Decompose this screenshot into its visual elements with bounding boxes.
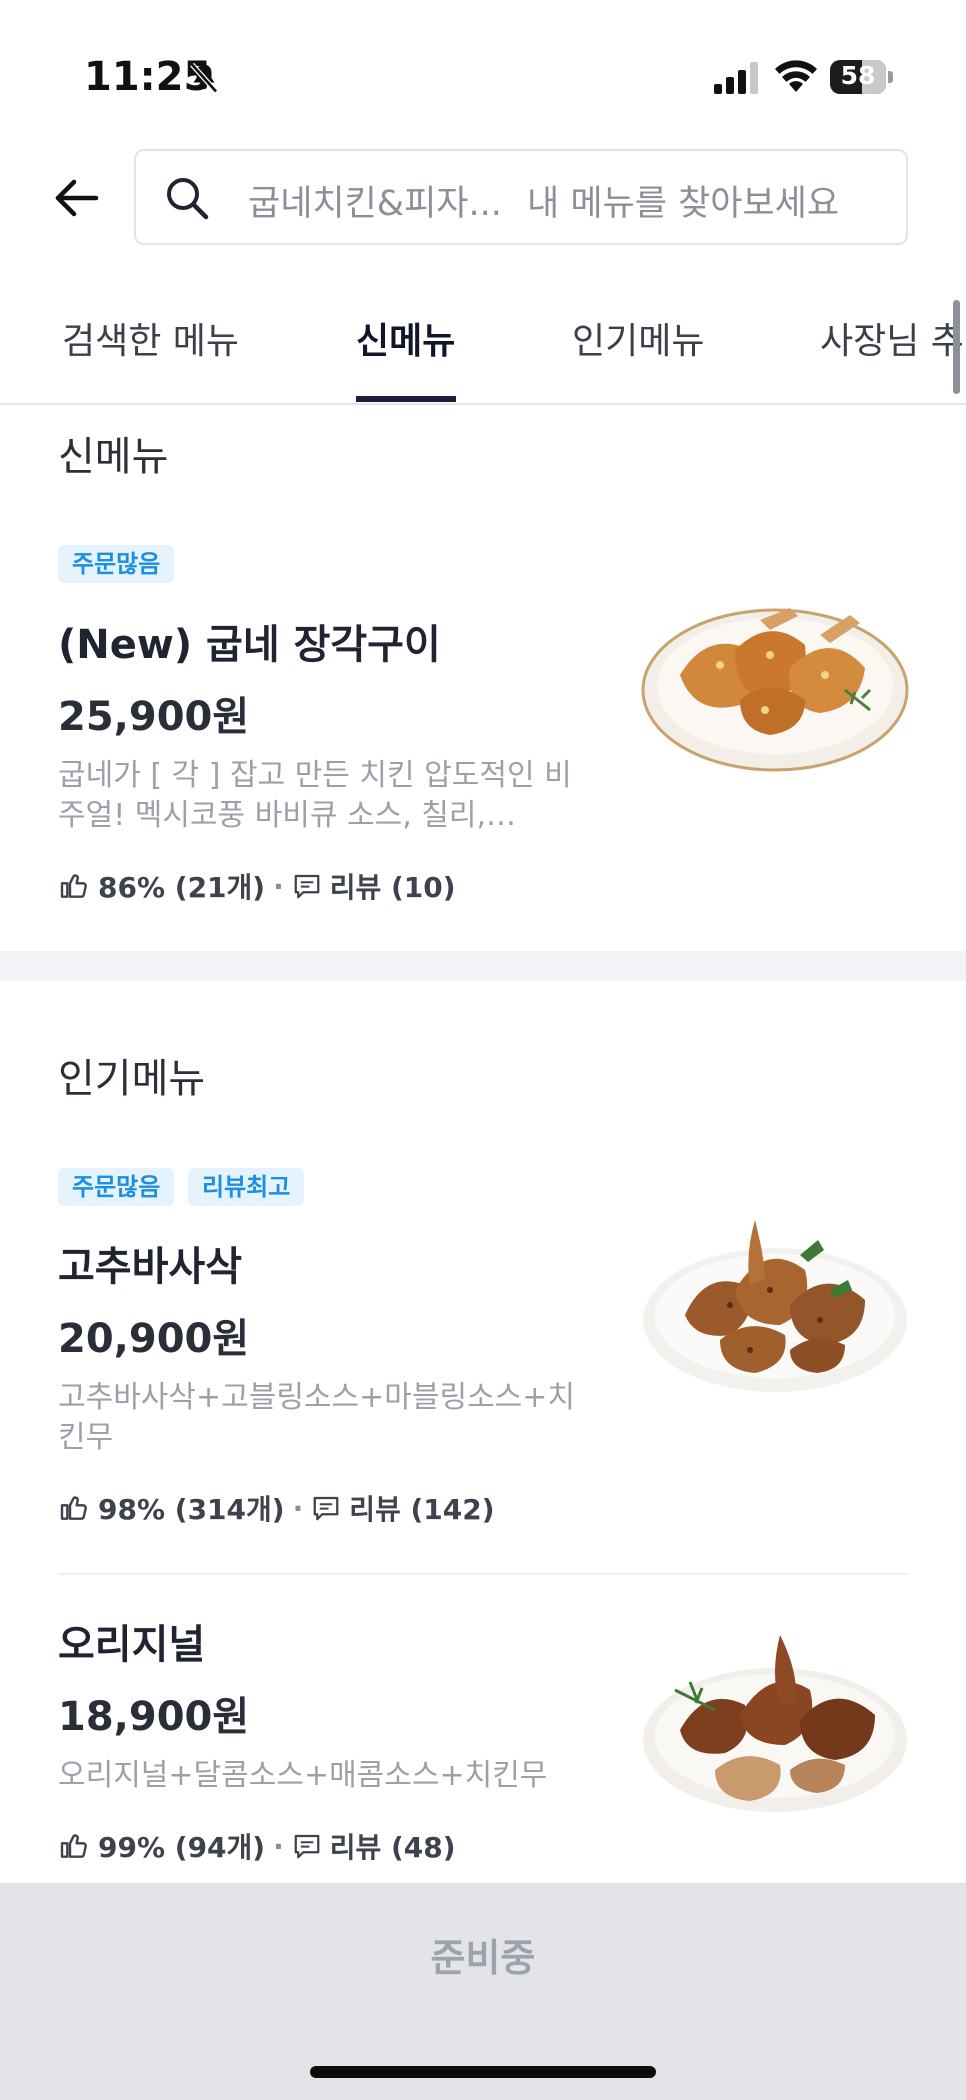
- search-input[interactable]: 굽네치킨&피자... 내 메뉴를 찾아보세요: [248, 175, 839, 226]
- menu-item-description: 오리지널+달콤소스+매콤소스+치킨무: [58, 1758, 548, 1793]
- search-icon: [167, 178, 209, 220]
- menu-item-photo: [643, 1635, 907, 1812]
- section-title-new: 신메뉴: [58, 434, 169, 480]
- menu-item-stats: 86% (21개) · 리뷰 (10): [58, 866, 456, 906]
- menu-item-photo: [643, 1220, 907, 1392]
- badge-top-review: 리뷰최고: [188, 1168, 305, 1206]
- home-indicator[interactable]: [310, 2066, 656, 2078]
- cellular-signal-icon: [714, 62, 758, 94]
- search-store-name: 굽네치킨&피자...: [248, 184, 502, 224]
- review-count-text: 리뷰 (10): [329, 871, 456, 904]
- review-count-text: 리뷰 (48): [329, 1831, 456, 1864]
- bell-slash-icon: [190, 62, 218, 94]
- menu-item-stats: 99% (94개) · 리뷰 (48): [58, 1826, 456, 1866]
- menu-item-stats: 98% (314개) · 리뷰 (142): [58, 1488, 495, 1528]
- review-comment-icon: [294, 874, 320, 899]
- search-placeholder: 내 메뉴를 찾아보세요: [527, 184, 840, 224]
- menu-item-name: 오리지널: [58, 1622, 206, 1668]
- menu-item-price: 18,900원: [58, 1694, 250, 1740]
- review-comment-icon: [294, 1834, 320, 1859]
- menu-tabs: 검색한 메뉴 신메뉴 인기메뉴 사장님 추: [0, 290, 966, 405]
- search-bar[interactable]: 굽네치킨&피자... 내 메뉴를 찾아보세요: [134, 149, 908, 245]
- tab-popular-menu[interactable]: 인기메뉴: [572, 312, 704, 364]
- badge-popular-order: 주문많음: [58, 545, 175, 583]
- battery-percent: 58: [840, 61, 876, 90]
- section-separator: [0, 951, 966, 981]
- review-count-text: 리뷰 (142): [349, 1493, 495, 1526]
- tab-searched-menu[interactable]: 검색한 메뉴: [62, 312, 239, 364]
- active-tab-indicator: [356, 396, 456, 402]
- menu-item-name: (New) 굽네 장각구이: [58, 622, 441, 668]
- menu-item-description: 굽네가 [ 각 ] 잡고 만든 치킨 압도적인 비주얼! 멕시코풍 바비큐 소스…: [58, 758, 572, 833]
- badge-popular-order: 주문많음: [58, 1168, 175, 1206]
- tab-new-menu[interactable]: 신메뉴: [356, 312, 455, 364]
- item-divider: [58, 1573, 908, 1575]
- rating-text: 98% (314개): [98, 1493, 285, 1526]
- battery-indicator: 58: [830, 60, 894, 94]
- thumbs-up-icon: [60, 1496, 87, 1520]
- scroll-indicator[interactable]: [953, 300, 960, 394]
- menu-item-name: 고추바사삭: [58, 1244, 242, 1290]
- menu-item-price: 25,900원: [58, 694, 250, 740]
- rating-text: 86% (21개): [98, 871, 266, 904]
- menu-item-price: 20,900원: [58, 1316, 250, 1362]
- back-arrow-icon[interactable]: [50, 170, 106, 226]
- menu-item-description: 고추바사삭+고블링소스+마블링소스+치킨무: [58, 1380, 576, 1455]
- rating-text: 99% (94개): [98, 1831, 266, 1864]
- menu-item-photo: [641, 608, 909, 772]
- wifi-icon: [775, 60, 817, 92]
- review-comment-icon: [313, 1496, 339, 1521]
- tab-owner-recommended[interactable]: 사장님 추: [820, 312, 964, 364]
- section-title-popular: 인기메뉴: [58, 1056, 206, 1102]
- thumbs-up-icon: [60, 1834, 87, 1858]
- preparing-button[interactable]: 준비중: [0, 1927, 966, 1982]
- thumbs-up-icon: [60, 874, 87, 898]
- status-bar: 11:25 58: [0, 0, 966, 150]
